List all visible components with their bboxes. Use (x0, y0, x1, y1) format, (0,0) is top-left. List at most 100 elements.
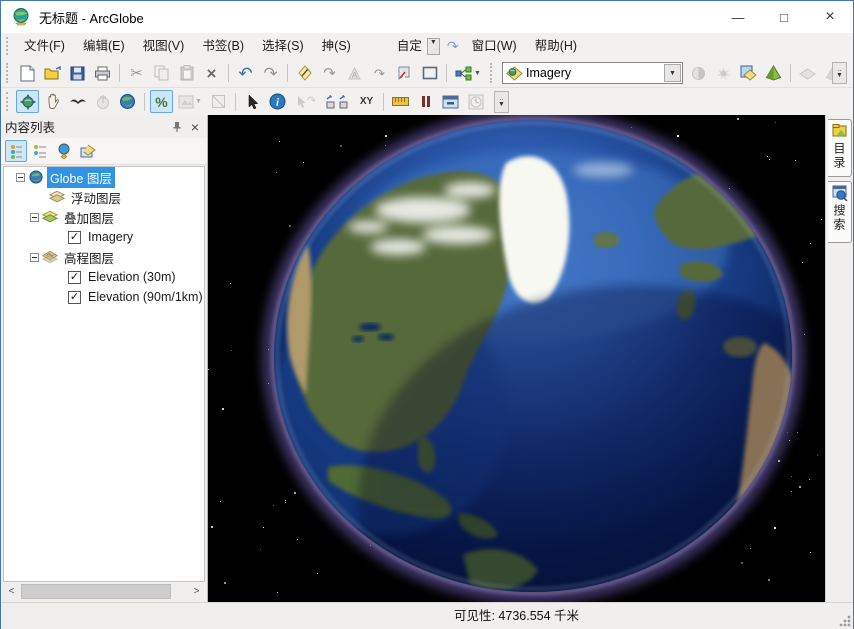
tree-row-elevation-90m[interactable]: ✓ Elevation (90m/1km) (4, 287, 204, 307)
toc-close-button[interactable]: × (187, 119, 203, 135)
menu-bookmarks[interactable]: 书签(B) (193, 33, 253, 59)
scroll-left-arrow[interactable]: < (3, 583, 20, 600)
flat-surface-button[interactable] (796, 62, 819, 85)
viewer-window-button[interactable] (439, 90, 462, 113)
search-tab-label: 搜索 (831, 204, 848, 232)
tree-row-elevation-30m[interactable]: ✓ Elevation (30m) (4, 267, 204, 287)
nav-toolbar-overflow-button[interactable]: .. ▼ (494, 91, 509, 113)
layer-label-draped[interactable]: 叠加图层 (61, 207, 117, 228)
navigate-tool-button[interactable] (16, 90, 39, 113)
select-elements-button[interactable]: ↷ (291, 90, 321, 113)
viewport-frame-button[interactable] (207, 90, 230, 113)
time-slider-button[interactable] (464, 90, 487, 113)
goto-xy-button[interactable]: XY (355, 90, 378, 113)
center-target-button[interactable] (91, 90, 114, 113)
tree-row-elevation-layers[interactable]: 高程图层 (4, 247, 204, 267)
layer-label-elevation-group[interactable]: 高程图层 (61, 247, 117, 268)
scroll-right-arrow[interactable]: > (188, 583, 205, 600)
contrast-button[interactable] (687, 62, 710, 85)
menu-window[interactable]: 窗口(W) (463, 33, 526, 59)
list-by-selection-button[interactable] (77, 140, 99, 162)
menu-edit[interactable]: 编辑(E) (74, 33, 134, 59)
collapse-expander[interactable] (16, 173, 25, 182)
fly-tool-button[interactable] (66, 90, 89, 113)
fly-bird-icon (69, 96, 87, 108)
pan-tool-button[interactable] (41, 90, 64, 113)
nav-mode-button[interactable]: % (150, 90, 173, 113)
base-heights-button[interactable] (762, 62, 785, 85)
titlebar[interactable]: 无标题 - ArcGlobe — □ × (1, 1, 853, 33)
pin-button[interactable] (169, 119, 185, 135)
print-button[interactable] (91, 62, 114, 85)
tree-row-draped-layers[interactable]: 叠加图层 (4, 207, 204, 227)
view-settings-button[interactable]: ▼ (175, 90, 205, 113)
copy-button[interactable] (150, 62, 173, 85)
globe-viewport[interactable] (208, 115, 827, 602)
undo-button[interactable]: ↶ (234, 62, 257, 85)
layer-label-globe[interactable]: Globe 图层 (47, 167, 115, 188)
toc-horizontal-scrollbar[interactable]: < > (3, 583, 205, 600)
tree-row-globe-layers[interactable]: Globe 图层 (4, 167, 204, 187)
menu-help[interactable]: 帮助(H) (526, 33, 586, 59)
layer-label-elevation-30m[interactable]: Elevation (30m) (85, 269, 179, 285)
zoom-to-target-button[interactable] (323, 90, 353, 113)
collapse-expander[interactable] (30, 213, 39, 222)
menu-geoprocessing[interactable]: 抻(S) (313, 33, 360, 59)
layer-label-floating[interactable]: 浮动图层 (68, 187, 124, 208)
delete-button[interactable]: × (200, 62, 223, 85)
elevation-90m-checkbox[interactable]: ✓ (68, 291, 81, 304)
toolbar-overflow-button[interactable]: .. ▼ (832, 62, 847, 84)
statusbar: 可见性: 4736.554 千米 (1, 602, 853, 629)
maximize-button[interactable]: □ (761, 1, 807, 33)
walkthrough-button[interactable] (393, 62, 416, 85)
globe-toolbar-grip[interactable] (490, 63, 495, 83)
select-features-button[interactable] (241, 90, 264, 113)
collapse-expander[interactable] (30, 253, 39, 262)
layer-label-imagery[interactable]: Imagery (85, 229, 136, 245)
list-by-visibility-button[interactable] (53, 140, 75, 162)
label-tool-button[interactable]: A (343, 62, 366, 85)
redo-button[interactable]: ↷ (259, 62, 282, 85)
elevation-30m-checkbox[interactable]: ✓ (68, 271, 81, 284)
menu-file[interactable]: 文件(F) (15, 33, 74, 59)
close-button[interactable]: × (807, 1, 853, 33)
scroll-thumb[interactable] (21, 584, 171, 599)
modelbuilder-dropdown-arrow[interactable]: ▼ (474, 70, 481, 77)
menu-overflow-spinner[interactable]: ▼ (427, 38, 440, 55)
cut-button[interactable]: ✂ (125, 62, 148, 85)
rotate-tool-button[interactable]: ↷ (318, 62, 341, 85)
list-by-source-button[interactable]: : (29, 140, 51, 162)
minimize-button[interactable]: — (715, 1, 761, 33)
tree-row-floating-layers[interactable]: 浮动图层 (4, 187, 204, 207)
search-tab[interactable]: 搜索 (828, 181, 852, 243)
sketch-tool-button[interactable] (293, 62, 316, 85)
layer-combobox-arrow[interactable]: ▼ (664, 64, 681, 82)
redo-secondary-button[interactable]: ↷ (368, 62, 391, 85)
layer-combobox[interactable]: Imagery ▼ (502, 62, 683, 84)
rectangle-tool-button[interactable] (418, 62, 441, 85)
brightness-button[interactable] (712, 62, 735, 85)
modelbuilder-button[interactable]: ▼ (452, 62, 484, 85)
list-by-drawing-order-button[interactable] (5, 140, 27, 162)
full-extent-button[interactable] (116, 90, 139, 113)
resize-grip[interactable] (838, 614, 851, 627)
paste-button[interactable] (175, 62, 198, 85)
swipe-layer-button[interactable] (737, 62, 760, 85)
measure-button[interactable] (389, 90, 412, 113)
menu-view[interactable]: 视图(V) (134, 33, 194, 59)
new-document-button[interactable] (16, 62, 39, 85)
imagery-checkbox[interactable]: ✓ (68, 231, 81, 244)
standard-toolbar-grip[interactable] (6, 63, 11, 83)
navigation-toolbar-grip[interactable] (6, 92, 11, 111)
tree-row-imagery[interactable]: ✓ Imagery (4, 227, 204, 247)
visibility-icon (57, 143, 71, 159)
menu-selection[interactable]: 选择(S) (253, 33, 313, 59)
identify-button[interactable]: i (266, 90, 289, 113)
open-button[interactable] (41, 62, 64, 85)
animation-pause-button[interactable] (414, 90, 437, 113)
menubar-grip[interactable] (6, 37, 11, 55)
save-button[interactable] (66, 62, 89, 85)
catalog-tab[interactable]: 目录 (828, 119, 852, 177)
menu-customize[interactable]: 自定 (388, 33, 424, 59)
layer-label-elevation-90m[interactable]: Elevation (90m/1km) (85, 289, 205, 305)
